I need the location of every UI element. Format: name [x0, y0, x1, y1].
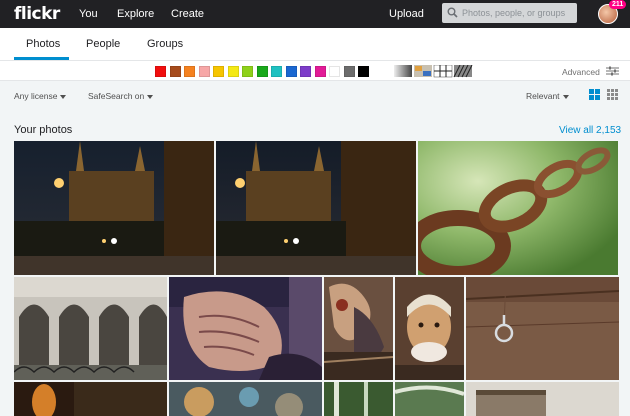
chevron-down-icon [562, 94, 569, 99]
photo-hook-wood[interactable] [466, 277, 619, 380]
top-navigation-bar: flickr You Explore Create Upload Photos,… [0, 0, 630, 28]
search-icon [447, 7, 458, 18]
color-swatch[interactable] [256, 66, 268, 77]
color-swatch[interactable] [242, 66, 253, 77]
color-swatch[interactable] [213, 66, 224, 77]
color-swatch[interactable] [329, 66, 340, 77]
photo-portrait-mural[interactable] [395, 277, 464, 380]
sort-label: Relevant [526, 91, 560, 101]
chevron-down-icon [60, 94, 67, 99]
active-tab-indicator [14, 57, 69, 60]
chevron-down-icon [147, 94, 154, 99]
tab-photos[interactable]: Photos [26, 38, 60, 50]
advanced-link[interactable]: Advanced [562, 67, 600, 77]
nav-you[interactable]: You [79, 8, 98, 20]
photo-arched-courtyard[interactable] [14, 277, 167, 380]
flickr-logo[interactable]: flickr [14, 4, 60, 24]
color-swatch[interactable] [271, 66, 282, 77]
photo-cathedral-night-1[interactable] [14, 141, 214, 275]
photo-tree-canopy[interactable] [395, 382, 464, 416]
color-swatch[interactable] [227, 66, 239, 77]
tab-groups[interactable]: Groups [147, 38, 183, 50]
search-input[interactable]: Photos, people, or groups [442, 3, 577, 23]
color-swatch[interactable] [184, 66, 195, 77]
color-swatch[interactable] [198, 66, 210, 77]
tab-people[interactable]: People [86, 38, 120, 50]
texture-filters[interactable] [394, 65, 478, 78]
color-swatch[interactable] [358, 66, 369, 77]
color-swatch[interactable] [285, 66, 297, 77]
search-tabs: Photos People Groups [0, 28, 630, 61]
photo-candle[interactable] [14, 382, 167, 416]
view-all-link[interactable]: View all 2,153 [559, 125, 621, 136]
safesearch-dropdown[interactable]: SafeSearch on [88, 91, 154, 101]
photo-cathedral-night-2[interactable] [216, 141, 416, 275]
photo-forest[interactable] [324, 382, 393, 416]
search-placeholder: Photos, people, or groups [462, 8, 566, 18]
sort-dropdown[interactable]: Relevant [526, 91, 569, 101]
photo-rusty-chain[interactable] [418, 141, 618, 275]
photo-mural-hand[interactable] [169, 277, 322, 380]
color-swatch[interactable] [169, 66, 181, 77]
nav-explore[interactable]: Explore [117, 8, 154, 20]
notification-badge[interactable]: 211 [609, 0, 627, 9]
grid-view-icon[interactable] [589, 89, 600, 100]
settings-sliders-icon[interactable] [606, 66, 619, 76]
section-title: Your photos [14, 124, 73, 136]
photo-building[interactable] [466, 382, 619, 416]
color-swatch[interactable] [343, 66, 355, 77]
compact-view-icon[interactable] [607, 89, 618, 100]
color-filter-bar: Advanced [0, 61, 630, 81]
license-dropdown[interactable]: Any license [14, 91, 67, 101]
license-label: Any license [14, 91, 58, 101]
color-swatch[interactable] [155, 66, 166, 77]
photo-mural-figures[interactable] [324, 277, 393, 380]
upload-link[interactable]: Upload [389, 8, 424, 20]
safesearch-label: SafeSearch on [88, 91, 145, 101]
nav-create[interactable]: Create [171, 8, 204, 20]
color-swatch[interactable] [300, 66, 311, 77]
color-swatch[interactable] [314, 66, 326, 77]
photo-bokeh-lights[interactable] [169, 382, 322, 416]
